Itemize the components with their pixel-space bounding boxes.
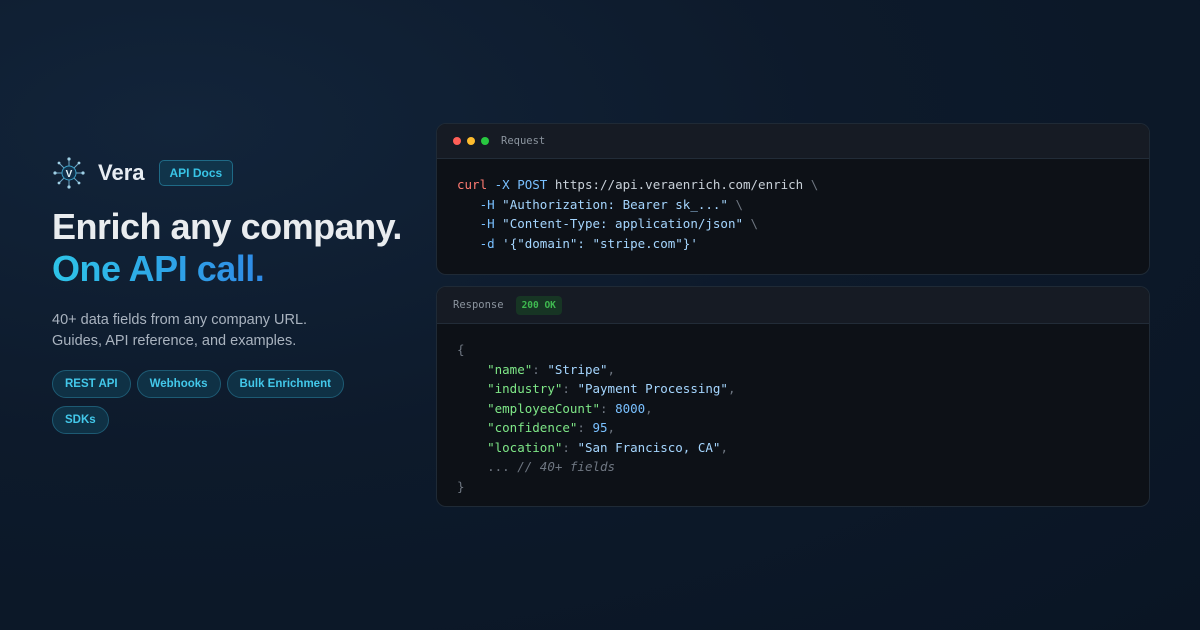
page-title: Enrich any company. One API call.	[52, 206, 412, 290]
response-panel: Response 200 OK { "name": "Stripe", "ind…	[436, 286, 1150, 507]
response-code: { "name": "Stripe", "industry": "Payment…	[457, 342, 736, 494]
feature-tags: REST API Webhooks Bulk Enrichment SDKs	[52, 370, 372, 442]
tag-rest-api[interactable]: REST API	[52, 370, 131, 398]
response-title: Response	[453, 299, 504, 311]
status-badge: 200 OK	[515, 295, 562, 315]
vera-logo-icon: V	[53, 157, 85, 189]
title-part-2: One API call.	[52, 248, 265, 289]
tag-sdks[interactable]: SDKs	[52, 406, 109, 434]
title-part-1: Enrich any company.	[52, 206, 402, 247]
subtitle-line-2: Guides, API reference, and examples.	[52, 333, 297, 349]
brand-name: Vera	[98, 160, 145, 185]
brand-row: V Vera API Docs	[52, 156, 412, 190]
request-panel: Request curl -X POST https://api.veraenr…	[436, 123, 1150, 275]
request-panel-header: Request	[437, 124, 1149, 159]
hero-section: V Vera API Docs Enrich any company. One …	[52, 156, 412, 442]
svg-text:V: V	[66, 169, 73, 180]
request-title: Request	[501, 135, 546, 147]
request-code: curl -X POST https://api.veraenrich.com/…	[457, 177, 819, 251]
response-panel-header: Response 200 OK	[437, 287, 1149, 324]
subtitle-line-1: 40+ data fields from any company URL.	[52, 312, 308, 328]
minimize-dot-icon	[467, 137, 475, 145]
tag-webhooks[interactable]: Webhooks	[136, 370, 221, 398]
tag-bulk-enrichment[interactable]: Bulk Enrichment	[226, 370, 344, 398]
close-dot-icon	[453, 137, 461, 145]
maximize-dot-icon	[481, 137, 489, 145]
api-docs-badge[interactable]: API Docs	[158, 160, 234, 186]
subtitle: 40+ data fields from any company URL. Gu…	[52, 310, 412, 352]
